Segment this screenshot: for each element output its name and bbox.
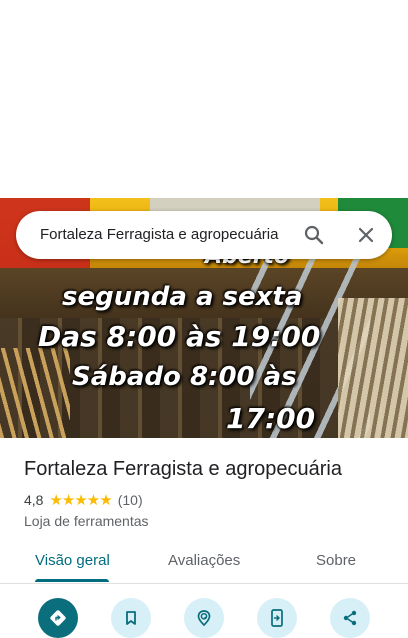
rating-value: 4,8 — [24, 492, 44, 508]
photo-overlay-line: Das 8:00 às 19:00 — [38, 320, 321, 353]
search-bar[interactable]: Fortaleza Ferragista e agropecuária — [16, 211, 392, 259]
place-page: Aberto segunda a sexta Das 8:00 às 19:00… — [0, 0, 408, 638]
send-to-phone-button[interactable] — [257, 598, 297, 638]
tab-reviews[interactable]: Avaliações — [168, 552, 240, 569]
tab-about[interactable]: Sobre — [316, 552, 356, 569]
search-icon[interactable] — [302, 223, 326, 247]
action-buttons — [0, 598, 408, 638]
bookmark-icon — [126, 611, 136, 625]
search-input[interactable]: Fortaleza Ferragista e agropecuária — [40, 226, 278, 243]
place-title: Fortaleza Ferragista e agropecuária — [24, 458, 342, 480]
tab-overview[interactable]: Visão geral — [35, 552, 110, 569]
nearby-icon — [197, 610, 211, 627]
photo-overlay-line: Sábado 8:00 às — [72, 362, 297, 392]
send-to-phone-icon — [271, 609, 283, 627]
photo-overlay-line: 17:00 — [226, 402, 316, 435]
directions-button[interactable] — [38, 598, 78, 638]
share-button[interactable] — [330, 598, 370, 638]
active-tab-indicator — [35, 579, 109, 582]
rating-stars: ★★★★★ — [49, 492, 112, 509]
photo-overlay-line: segunda a sexta — [62, 282, 303, 312]
rating-row[interactable]: 4,8 ★★★★★ (10) — [24, 491, 143, 509]
nearby-button[interactable] — [184, 598, 224, 638]
directions-icon — [50, 610, 66, 626]
place-tabs: Visão geral Avaliações Sobre — [0, 542, 408, 584]
share-icon — [343, 610, 357, 626]
place-category[interactable]: Loja de ferramentas — [24, 513, 149, 529]
close-icon[interactable] — [354, 223, 378, 247]
save-button[interactable] — [111, 598, 151, 638]
review-count[interactable]: (10) — [118, 492, 143, 508]
